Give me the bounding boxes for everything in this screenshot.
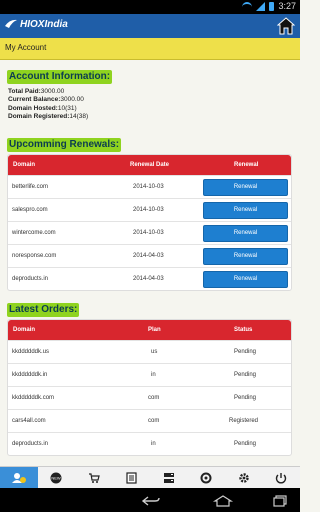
column-header-status: Status xyxy=(234,327,253,333)
status-cell: Registered xyxy=(229,418,259,424)
home-nav-button[interactable] xyxy=(212,494,234,512)
table-row: deproducts.in in Pending xyxy=(8,432,291,455)
date-cell: 2014-04-03 xyxy=(133,253,164,259)
bottom-tab-bar: NEW xyxy=(0,466,300,488)
domain-cell: kkddddddk.com xyxy=(12,395,55,401)
date-cell: 2014-10-03 xyxy=(133,207,164,213)
current-balance-row: Current Balance:3000.00 xyxy=(8,96,84,104)
battery-icon xyxy=(269,1,275,11)
table-row: kkddddddk.us us Pending xyxy=(8,340,291,363)
status-cell: Pending xyxy=(234,395,257,401)
tab-server[interactable] xyxy=(150,467,188,488)
orders-table-header: Domain Plan Status xyxy=(8,320,291,340)
column-header-domain: Domain xyxy=(13,162,36,168)
status-cell: Pending xyxy=(234,441,257,447)
back-button[interactable] xyxy=(140,494,162,512)
renewals-table: Domain Renewal Date Renewal betterlife.c… xyxy=(7,154,292,291)
app-bar: HIOXIndia xyxy=(0,14,300,38)
svg-text:NEW: NEW xyxy=(52,475,62,480)
domain-cell: deproducts.in xyxy=(12,441,49,447)
system-nav-bar xyxy=(0,488,300,512)
clock: 3:27 xyxy=(278,1,296,11)
status-bar: 3:27 xyxy=(0,0,300,14)
date-cell: 2014-10-03 xyxy=(133,230,164,236)
renewal-button[interactable]: Renewal xyxy=(203,202,288,219)
orders-table: Domain Plan Status kkddddddk.us us Pendi… xyxy=(7,319,292,456)
logout-icon xyxy=(276,472,287,483)
page-title: My Account xyxy=(5,43,47,52)
tab-new[interactable]: NEW xyxy=(38,467,76,488)
domain-cell: deproducts.in xyxy=(12,276,49,282)
column-header-renewal: Renewal xyxy=(234,162,259,168)
table-row: wintercome.com 2014-10-03 Renewal xyxy=(8,221,291,244)
domain-registered-row: Domain Registered:14(38) xyxy=(8,112,89,120)
date-cell: 2014-10-03 xyxy=(133,184,164,190)
brand-logo: HIOXIndia xyxy=(4,18,68,30)
logo-swoosh-icon xyxy=(5,19,17,28)
recents-icon xyxy=(273,495,287,507)
renewals-table-header: Domain Renewal Date Renewal xyxy=(8,155,291,175)
table-row: kkddddddk.in in Pending xyxy=(8,363,291,386)
plan-cell: com xyxy=(148,395,160,401)
date-cell: 2014-04-03 xyxy=(133,276,164,282)
home-outline-icon xyxy=(212,495,234,507)
settings-icon xyxy=(239,472,249,483)
domain-cell: kkddddddk.in xyxy=(12,372,48,378)
column-header-plan: Plan xyxy=(148,327,161,333)
domain-cell: cars4all.com xyxy=(12,418,46,424)
domain-cell: noresponse.com xyxy=(12,253,57,259)
plan-cell: com xyxy=(148,418,160,424)
status-cell: Pending xyxy=(234,372,257,378)
tab-logout[interactable] xyxy=(263,467,301,488)
signal-icon xyxy=(256,1,266,11)
status-cell: Pending xyxy=(234,349,257,355)
home-button[interactable] xyxy=(275,14,297,38)
tab-account[interactable] xyxy=(0,467,38,488)
table-row: cars4all.com com Registered xyxy=(8,409,291,432)
invoice-icon xyxy=(126,471,137,484)
column-header-domain: Domain xyxy=(13,327,36,333)
total-paid-row: Total Paid:3000.00 xyxy=(8,88,65,95)
domain-cell: kkddddddk.us xyxy=(12,349,50,355)
renewals-title: Upcomming Renewals: xyxy=(7,138,122,152)
page-header: My Account xyxy=(0,38,300,60)
domain-cell: salespro.com xyxy=(12,207,48,213)
orders-title: Latest Orders: xyxy=(7,303,80,317)
domain-cell: betterlife.com xyxy=(12,184,49,190)
support-icon xyxy=(200,472,212,483)
renewal-button[interactable]: Renewal xyxy=(203,271,288,288)
account-info: Total Paid:3000.00 Current Balance:3000.… xyxy=(8,88,88,121)
table-row: betterlife.com 2014-10-03 Renewal xyxy=(8,175,291,198)
recents-button[interactable] xyxy=(272,494,288,512)
tab-cart[interactable] xyxy=(75,467,113,488)
column-header-renewal-date: Renewal Date xyxy=(130,162,170,168)
renewal-button[interactable]: Renewal xyxy=(203,248,288,265)
domain-hosted-row: Domain Hosted:10(31) xyxy=(8,104,77,112)
cart-icon xyxy=(88,472,100,483)
brand-name: HIOXIndia xyxy=(20,18,68,30)
plan-cell: in xyxy=(151,441,156,447)
domain-cell: wintercome.com xyxy=(12,230,56,236)
account-icon xyxy=(11,472,26,483)
plan-cell: in xyxy=(151,372,156,378)
tab-invoice[interactable] xyxy=(113,467,151,488)
account-info-title: Account Information: xyxy=(7,70,113,84)
back-icon xyxy=(141,496,160,506)
new-badge-icon: NEW xyxy=(50,472,62,483)
status-indicators: 3:27 xyxy=(242,1,296,11)
table-row: kkddddddk.com com Pending xyxy=(8,386,291,409)
table-row: salespro.com 2014-10-03 Renewal xyxy=(8,198,291,221)
table-row: deproducts.in 2014-04-03 Renewal xyxy=(8,267,291,290)
tab-settings[interactable] xyxy=(225,467,263,488)
server-icon xyxy=(163,472,174,483)
table-row: noresponse.com 2014-04-03 Renewal xyxy=(8,244,291,267)
wifi-icon xyxy=(242,2,253,10)
home-icon xyxy=(277,17,295,35)
renewal-button[interactable]: Renewal xyxy=(203,179,288,196)
tab-support[interactable] xyxy=(188,467,226,488)
renewal-button[interactable]: Renewal xyxy=(203,225,288,242)
plan-cell: us xyxy=(151,349,158,355)
